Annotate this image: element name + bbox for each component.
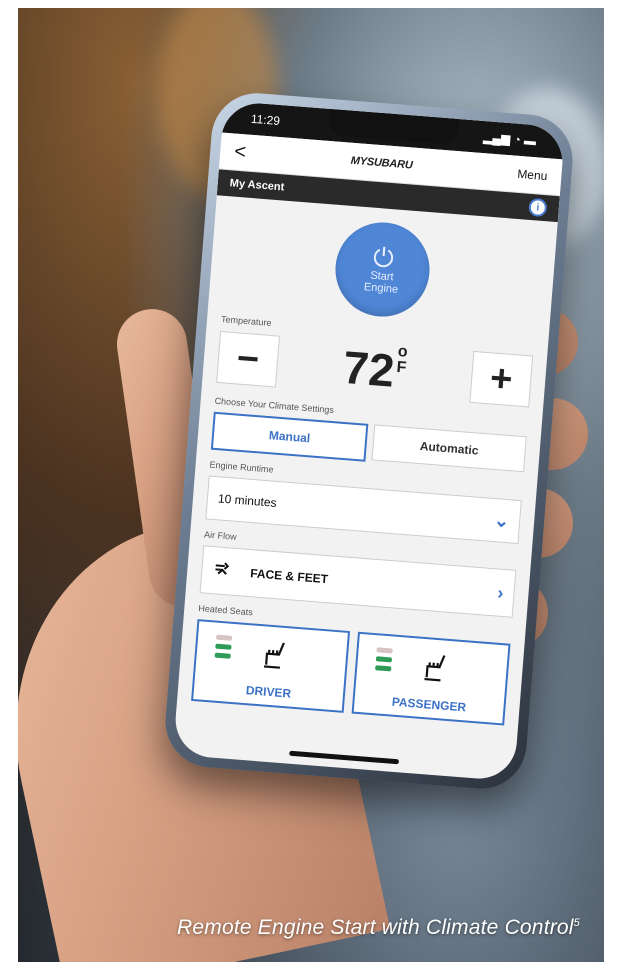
mysubaru-logo: MYSUBARU xyxy=(350,154,414,172)
menu-button[interactable]: Menu xyxy=(517,167,548,183)
manual-button[interactable]: Manual xyxy=(210,411,369,462)
caption-text: Remote Engine Start with Climate Control xyxy=(177,916,574,939)
heated-seat-icon xyxy=(416,649,453,691)
phone-screen: 11:29 ▂▄▆ ◔ ▬ < MYSUBARU Menu My Ascent … xyxy=(172,100,566,782)
power-icon: ⏻ xyxy=(371,241,395,274)
driver-seat-button[interactable]: DRIVER xyxy=(191,619,351,713)
decrease-temp-button[interactable]: − xyxy=(216,330,280,388)
increase-temp-button[interactable]: + xyxy=(469,350,534,408)
start-engine-button[interactable]: ⏻ Start Engine xyxy=(331,218,434,321)
vehicle-name: My Ascent xyxy=(229,177,285,194)
info-icon[interactable]: i xyxy=(528,197,548,218)
remote-start-panel: ⏻ Start Engine Temperature − 72 o F + Ch… xyxy=(176,195,557,736)
clock: 11:29 xyxy=(250,111,281,129)
caption: Remote Engine Start with Climate Control… xyxy=(177,916,580,940)
passenger-seat-button[interactable]: PASSENGER xyxy=(351,631,511,726)
heated-seat-icon xyxy=(255,636,292,678)
passenger-label: PASSENGER xyxy=(391,694,467,715)
face-feet-airflow-icon xyxy=(211,558,235,585)
unit-f: F xyxy=(395,358,407,377)
airflow-content: FACE & FEET xyxy=(211,558,329,592)
airflow-value: FACE & FEET xyxy=(249,566,329,587)
background-photo: 11:29 ▂▄▆ ◔ ▬ < MYSUBARU Menu My Ascent … xyxy=(18,8,604,962)
home-indicator xyxy=(289,750,400,765)
chevron-down-icon: ⌄ xyxy=(493,509,510,531)
caption-footnote: 5 xyxy=(573,917,580,929)
driver-label: DRIVER xyxy=(245,683,292,701)
temperature-display: 72 o F xyxy=(341,340,408,399)
heat-level-indicator xyxy=(375,647,393,672)
chevron-right-icon: › xyxy=(496,582,505,603)
runtime-value: 10 minutes xyxy=(217,491,278,510)
phone: 11:29 ▂▄▆ ◔ ▬ < MYSUBARU Menu My Ascent … xyxy=(162,89,576,793)
start-label-2: Engine xyxy=(363,281,399,296)
temperature-value: 72 xyxy=(341,340,397,397)
back-button[interactable]: < xyxy=(233,140,246,164)
signal-wifi-battery-icon: ▂▄▆ ◔ ▬ xyxy=(482,130,537,149)
automatic-button[interactable]: Automatic xyxy=(371,424,527,473)
temperature-unit: o F xyxy=(395,343,408,377)
heated-seats: DRIVER PASSENGER xyxy=(191,619,511,726)
heat-level-indicator xyxy=(214,634,233,659)
